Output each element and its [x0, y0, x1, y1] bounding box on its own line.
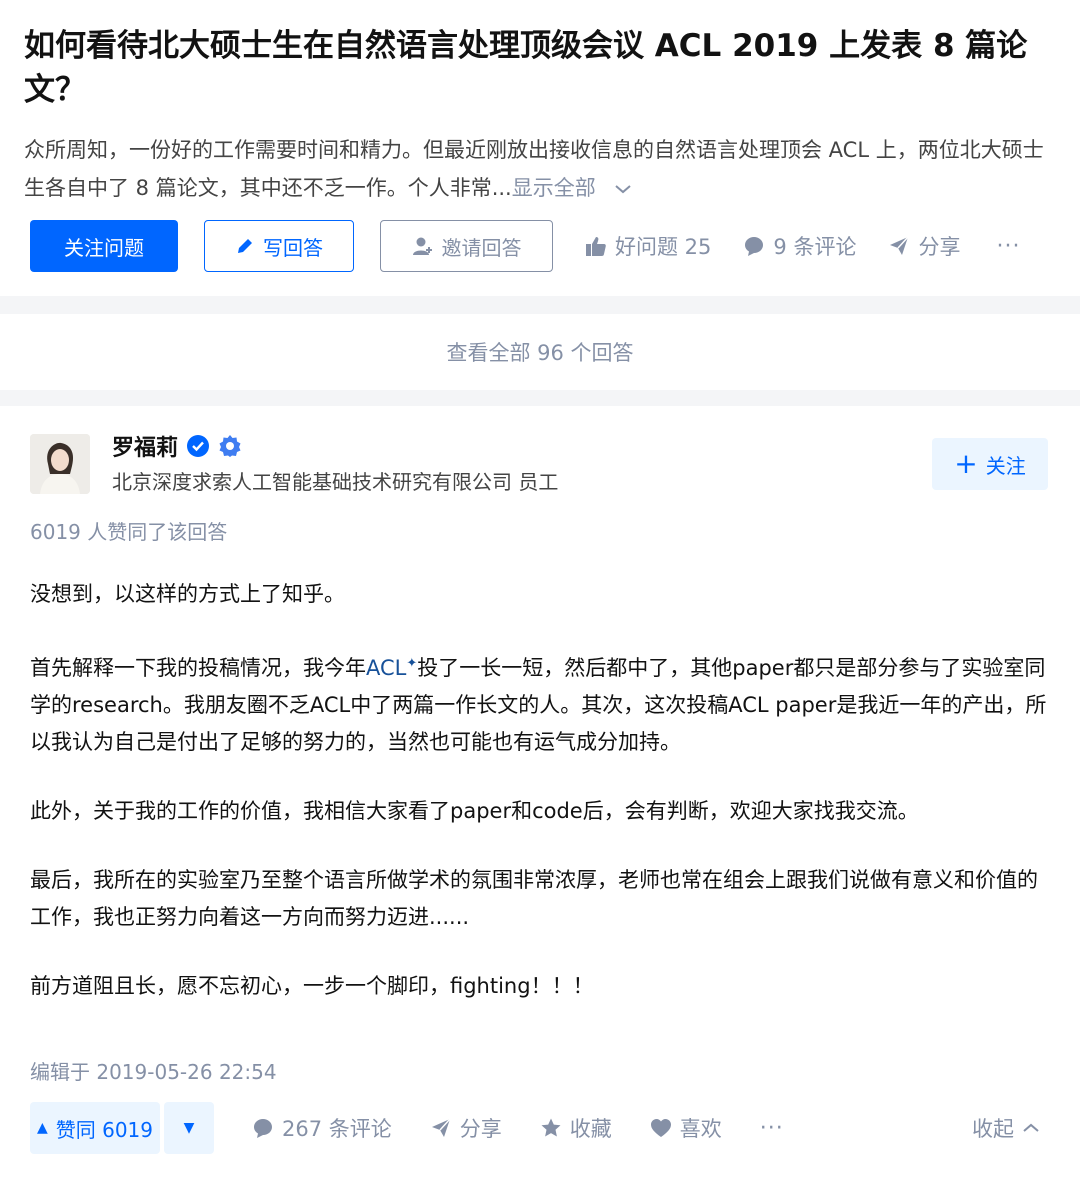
upvote-button[interactable]: ▲ 赞同 6019	[30, 1102, 160, 1154]
good-question-button[interactable]: 好问题 25	[585, 231, 711, 261]
answer-text: 首先解释一下我的投稿情况，我今年	[30, 656, 366, 680]
plus-icon: +	[954, 447, 978, 480]
author-name-text: 罗福莉	[112, 436, 179, 461]
sparkle-icon: ✦	[406, 656, 418, 671]
question-actions: 关注问题 写回答 邀请回答 好问题 25 9 条评论 分享 ···	[30, 220, 1020, 272]
upvote-label: 赞同 6019	[55, 1117, 154, 1142]
collapse-button[interactable]: 收起	[972, 1113, 1040, 1143]
favorite-button[interactable]: 收藏	[540, 1113, 612, 1143]
invite-answer-button[interactable]: 邀请回答	[380, 220, 553, 272]
author-name[interactable]: 罗福莉	[112, 430, 242, 462]
answer-paragraph: 没想到，以这样的方式上了知乎。	[30, 582, 345, 606]
answer-paragraph: 首先解释一下我的投稿情况，我今年ACL✦投了一长一短，然后都中了，其他paper…	[30, 645, 1050, 761]
follow-author-label: 关注	[985, 453, 1026, 478]
question-comments-button[interactable]: 9 条评论	[743, 231, 856, 261]
chevron-down-icon	[615, 185, 632, 194]
follow-author-button[interactable]: + 关注	[932, 438, 1048, 490]
answer-share-label: 分享	[459, 1117, 502, 1141]
acl-link-text: ACL	[366, 656, 407, 680]
comment-icon	[745, 237, 764, 256]
triangle-down-icon: ▼	[183, 1120, 195, 1136]
write-answer-label: 写回答	[263, 235, 323, 260]
question-share-label: 分享	[918, 235, 961, 259]
favorite-label: 收藏	[569, 1117, 612, 1141]
answer-paragraph: 此外，关于我的工作的价值，我相信大家看了paper和code后，会有判断，欢迎大…	[30, 799, 919, 823]
avatar-image	[30, 434, 90, 494]
invite-user-icon	[412, 237, 432, 255]
answer-card: 罗福莉 北京深度求索人工智能基础技术研究有限公司 员工 + 关注 6019 人赞…	[0, 406, 1080, 1180]
thumbs-up-icon	[586, 237, 606, 256]
answer-share-button[interactable]: 分享	[430, 1113, 502, 1143]
view-all-answers-button[interactable]: 查看全部 96 个回答	[0, 314, 1080, 390]
question-comments-label: 9 条评论	[773, 235, 857, 259]
answer-comments-label: 267 条评论	[282, 1117, 392, 1141]
question-card: 如何看待北大硕士生在自然语言处理顶级会议 ACL 2019 上发表 8 篇论文？…	[0, 0, 1080, 296]
answer-comments-button[interactable]: 267 条评论	[252, 1113, 392, 1143]
verified-badge-icon	[187, 435, 210, 457]
voters-count[interactable]: 6019 人赞同了该回答	[30, 516, 227, 545]
share-icon	[431, 1118, 451, 1137]
comment-icon	[254, 1119, 272, 1138]
author-description: 北京深度求索人工智能基础技术研究有限公司 员工	[112, 470, 559, 494]
pencil-icon	[238, 239, 252, 253]
answer-more-button[interactable]: ···	[760, 1116, 784, 1141]
show-all-label: 显示全部	[511, 176, 596, 200]
question-detail: 众所周知，一份好的工作需要时间和精力。但最近刚放出接收信息的自然语言处理顶会 A…	[24, 131, 1064, 207]
avatar[interactable]	[30, 434, 90, 494]
collapse-label: 收起	[972, 1117, 1014, 1141]
answer-paragraph: 前方道阻且长，愿不忘初心，一步一个脚印，fighting！！！	[30, 974, 594, 998]
question-share-button[interactable]: 分享	[888, 231, 960, 261]
invite-answer-label: 邀请回答	[441, 235, 522, 260]
acl-link[interactable]: ACL✦	[366, 656, 417, 680]
like-button[interactable]: 喜欢	[650, 1113, 722, 1143]
question-title[interactable]: 如何看待北大硕士生在自然语言处理顶级会议 ACL 2019 上发表 8 篇论文？	[24, 24, 1064, 112]
share-icon	[890, 236, 910, 255]
heart-icon	[650, 1119, 671, 1137]
show-all-link[interactable]: 显示全部	[512, 176, 633, 200]
answer-actions: ▲ 赞同 6019 ▼ 267 条评论 分享 收藏 喜欢 ··· 收起	[30, 1102, 1050, 1154]
creator-badge-icon	[219, 435, 241, 457]
edited-timestamp[interactable]: 编辑于 2019-05-26 22:54	[30, 1056, 277, 1085]
follow-question-button[interactable]: 关注问题	[30, 220, 178, 272]
question-more-button[interactable]: ···	[996, 234, 1020, 259]
answer-paragraph: 最后，我所在的实验室乃至整个语言所做学术的氛围非常浓厚，老师也常在组会上跟我们说…	[30, 868, 1038, 929]
like-label: 喜欢	[679, 1117, 722, 1141]
star-icon	[541, 1118, 561, 1137]
write-answer-button[interactable]: 写回答	[204, 220, 354, 272]
good-question-label: 好问题 25	[615, 235, 712, 259]
answer-content: 没想到，以这样的方式上了知乎。 首先解释一下我的投稿情况，我今年ACL✦投了一长…	[30, 576, 1050, 1037]
chevron-up-icon	[1023, 1123, 1039, 1132]
downvote-button[interactable]: ▼	[164, 1102, 214, 1154]
triangle-up-icon: ▲	[36, 1120, 48, 1136]
